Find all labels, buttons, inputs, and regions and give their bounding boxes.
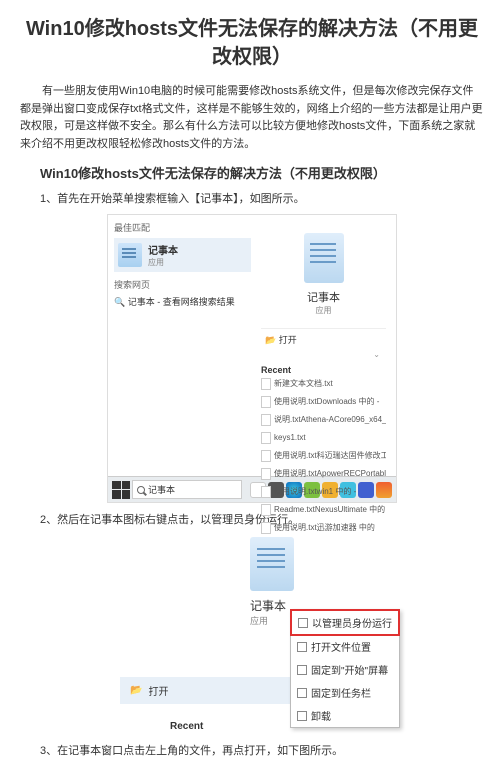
- intro-text: 有一些朋友使用Win10电脑的时候可能需要修改hosts系统文件，但是每次修改完…: [20, 83, 484, 153]
- subtitle: Win10修改hosts文件无法保存的解决方法（不用更改权限）: [40, 163, 484, 182]
- recent-file[interactable]: 使用说明.txtApowerRECPortable 中的 -: [261, 465, 386, 483]
- preview-title: 记事本: [261, 289, 386, 305]
- trash-icon: [297, 711, 307, 721]
- step-1: 1、首先在开始菜单搜索框输入【记事本】，如图所示。: [40, 190, 484, 206]
- open-action[interactable]: 📂 打开: [261, 328, 386, 350]
- menu-open-location[interactable]: 打开文件位置: [291, 635, 399, 658]
- chevron-down-icon[interactable]: ⌄: [261, 350, 386, 359]
- file-icon: [261, 432, 271, 444]
- file-icon: [261, 378, 271, 390]
- open-icon: 📂: [130, 685, 142, 696]
- start-button[interactable]: [112, 481, 130, 499]
- pin-icon: [297, 665, 307, 675]
- recent-file[interactable]: 说明.txtAthena-ACore096_x64_HZ 中的 -: [261, 411, 386, 429]
- search-icon: [137, 486, 145, 494]
- menu-uninstall[interactable]: 卸载: [291, 704, 399, 727]
- search-text: 记事本: [148, 483, 175, 496]
- shield-icon: [298, 618, 308, 628]
- menu-pin-taskbar[interactable]: 固定到任务栏: [291, 681, 399, 704]
- screenshot-2: 记事本 应用 以管理员身份运行 打开文件位置 固定到"开始"屏幕 固定到任务栏 …: [170, 537, 370, 732]
- context-menu: 以管理员身份运行 打开文件位置 固定到"开始"屏幕 固定到任务栏 卸载: [290, 609, 400, 728]
- page-title: Win10修改hosts文件无法保存的解决方法（不用更改权限）: [20, 15, 484, 71]
- file-icon: [261, 468, 271, 480]
- recent-file[interactable]: 使用说明.txt科迈瑞达固件修改工具 中的 -: [261, 447, 386, 465]
- screenshot-1: 最佳匹配 记事本 应用 搜索网页 🔍 记事本 - 查看网络搜索结果 记事本 应用…: [107, 214, 397, 503]
- notepad-icon[interactable]: [250, 537, 294, 591]
- app-name: 记事本: [148, 242, 178, 257]
- file-icon: [261, 450, 271, 462]
- notepad-icon: [118, 243, 142, 267]
- menu-pin-start[interactable]: 固定到"开始"屏幕: [291, 658, 399, 681]
- folder-icon: [297, 642, 307, 652]
- file-icon: [261, 522, 271, 534]
- recent-file[interactable]: 新建文本文档.txt: [261, 375, 386, 393]
- file-icon: [261, 414, 271, 426]
- recent-file[interactable]: Readme.txtNexusUltimate 中的 -: [261, 501, 386, 519]
- file-icon: [261, 486, 271, 498]
- pin-icon: [297, 688, 307, 698]
- app-type: 应用: [148, 257, 178, 268]
- menu-run-as-admin[interactable]: 以管理员身份运行: [290, 609, 400, 636]
- taskbar-search[interactable]: 记事本: [132, 480, 242, 499]
- step-3: 3、在记事本窗口点击左上角的文件，再点打开，如下图所示。: [40, 742, 484, 758]
- recent-file[interactable]: keys1.txt: [261, 429, 386, 447]
- recent-files-list: 新建文本文档.txt 使用说明.txtDownloads 中的 - 说明.txt…: [261, 375, 386, 537]
- file-icon: [261, 396, 271, 408]
- open-action[interactable]: 📂打开: [120, 677, 300, 704]
- preview-sub: 应用: [261, 305, 386, 316]
- notepad-large-icon: [304, 233, 344, 283]
- recent-file[interactable]: 使用说明.txtwin1 中的 -: [261, 483, 386, 501]
- recent-file[interactable]: 使用说明.txtDownloads 中的 -: [261, 393, 386, 411]
- preview-panel: 记事本 应用 📂 打开 ⌄ Recent 新建文本文档.txt 使用说明.txt…: [251, 215, 396, 455]
- recent-header: Recent: [261, 365, 386, 375]
- file-icon: [261, 504, 271, 516]
- recent-file[interactable]: 使用说明.txt迅游加速器 中的: [261, 519, 386, 537]
